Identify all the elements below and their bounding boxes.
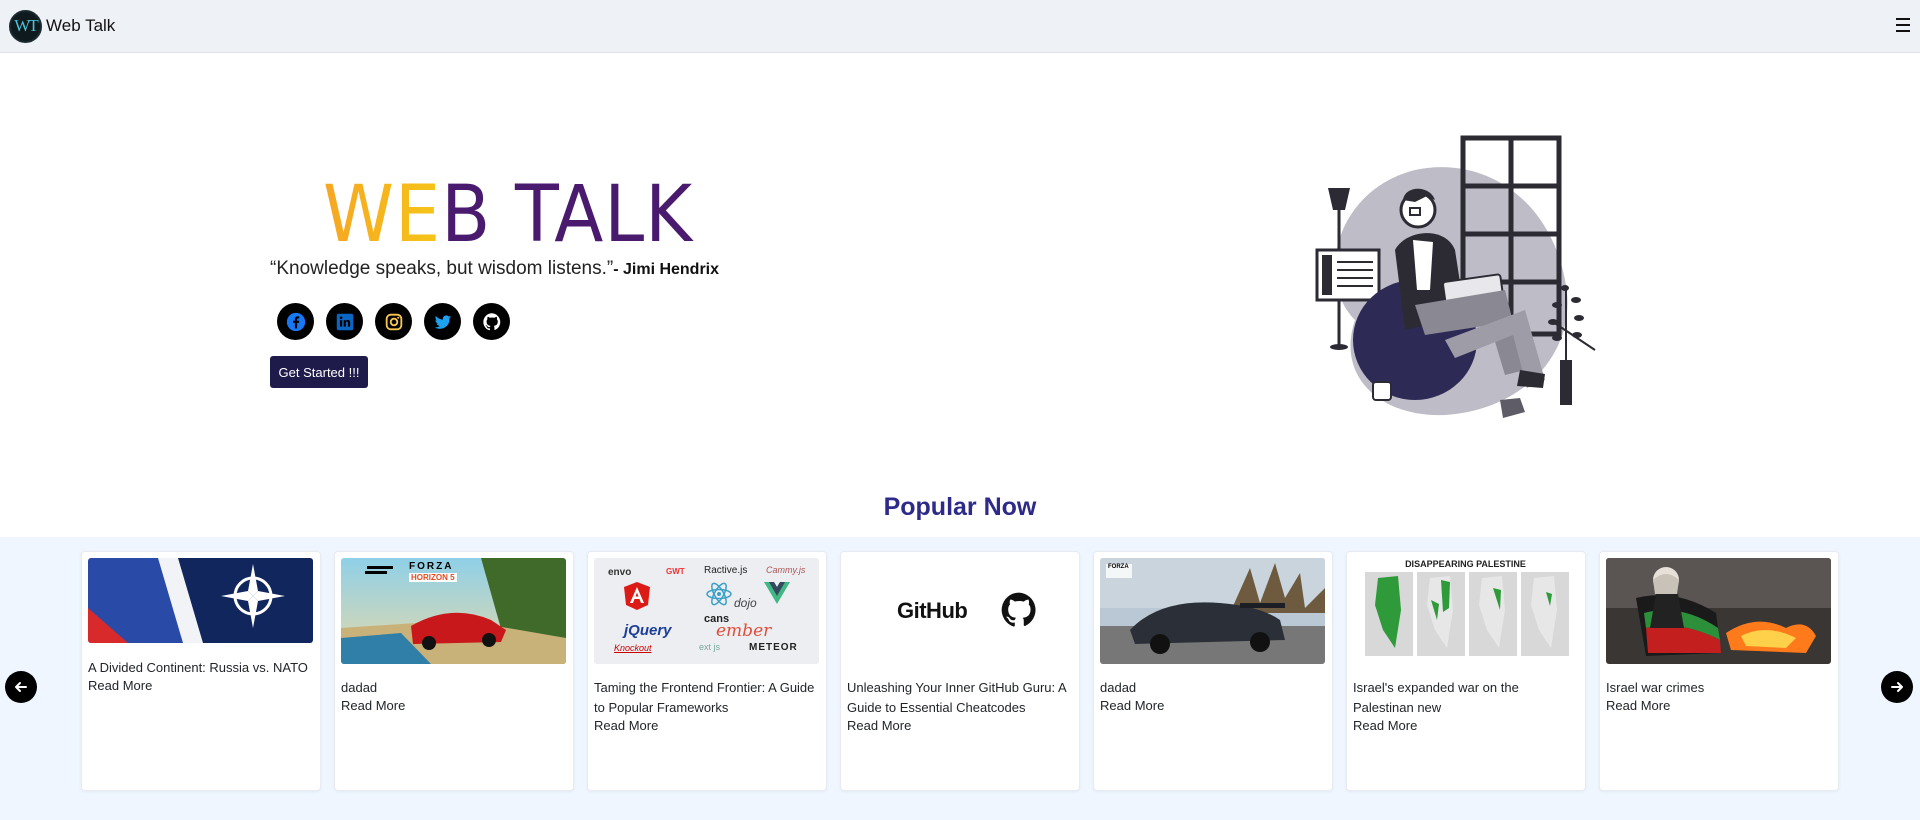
read-more-link[interactable]: Read More	[1100, 698, 1164, 713]
popular-card[interactable]: dadad Read More FORZA HORIZON 5	[334, 551, 574, 791]
card-title[interactable]: dadad	[1100, 678, 1328, 698]
framework-logo: jQuery	[624, 622, 672, 639]
read-more-link[interactable]: Read More	[594, 718, 658, 733]
nato-flag-image	[88, 558, 313, 643]
hero-title-gradient: WE	[323, 170, 442, 260]
forza-logo-text: FORZA	[1108, 564, 1129, 570]
popular-now-heading: Popular Now	[883, 493, 1037, 521]
popular-card[interactable]: Israel war crimes Read More	[1599, 551, 1839, 791]
popular-card[interactable]: GitHub Unleashing Your Inner GitHub Guru…	[840, 551, 1080, 791]
instagram-icon[interactable]	[375, 303, 412, 340]
brand[interactable]: WT Web Talk	[9, 9, 115, 43]
logo-text: WT	[14, 16, 38, 35]
hero-title-rest: B TALK	[441, 170, 694, 260]
framework-logo: GWT	[666, 567, 685, 576]
read-more-link[interactable]: Read More	[1606, 698, 1670, 713]
popular-card[interactable]: FORZA dadad Read More	[1093, 551, 1333, 791]
card-title[interactable]: Israel war crimes	[1606, 678, 1834, 698]
read-more-link[interactable]: Read More	[1353, 718, 1417, 733]
popular-card[interactable]: envo GWT Ractive.js Cammy.js dojo cans j…	[587, 551, 827, 791]
hamburger-menu-icon[interactable]	[1894, 16, 1912, 34]
twitter-icon[interactable]	[424, 303, 461, 340]
forza-car-image: FORZA	[1100, 558, 1325, 664]
disappearing-palestine-map-image: DISAPPEARING PALESTINE	[1353, 558, 1578, 664]
read-more-link[interactable]: Read More	[88, 678, 152, 693]
frontend-frameworks-logos-image: envo GWT Ractive.js Cammy.js dojo cans j…	[594, 558, 819, 664]
read-more-link[interactable]: Read More	[847, 718, 911, 733]
card-title[interactable]: Unleashing Your Inner GitHub Guru: A Gui…	[847, 678, 1075, 718]
framework-logo: envo	[608, 567, 632, 578]
github-logo-text: GitHub	[897, 598, 968, 623]
quote-text: “Knowledge speaks, but wisdom listens.”	[270, 258, 614, 279]
map-heading: DISAPPEARING PALESTINE	[1405, 559, 1526, 569]
logo-icon[interactable]: WT	[9, 9, 42, 43]
forza-logo-text: FORZA	[409, 561, 454, 572]
card-title[interactable]: Taming the Frontend Frontier: A Guide to…	[594, 678, 822, 718]
framework-logo: ext js	[699, 642, 721, 652]
card-title[interactable]: A Divided Continent: Russia vs. NATO	[88, 658, 316, 678]
framework-logo: ember	[716, 621, 772, 641]
framework-logo: METEOR	[749, 642, 798, 653]
get-started-button[interactable]: Get Started !!!	[270, 356, 368, 388]
brand-name[interactable]: Web Talk	[46, 16, 115, 36]
framework-logo: Knockout	[614, 643, 652, 653]
horizon-logo-text: HORIZON 5	[409, 573, 457, 582]
linkedin-icon[interactable]	[326, 303, 363, 340]
social-links	[277, 303, 510, 340]
quote-author: - Jimi Hendrix	[613, 261, 720, 278]
protester-flag-image	[1606, 558, 1831, 664]
github-icon[interactable]	[473, 303, 510, 340]
framework-logo: Cammy.js	[766, 565, 806, 575]
octocat-icon	[1001, 592, 1036, 627]
carousel-next-arrow-icon[interactable]	[1881, 671, 1913, 703]
framework-logo: Ractive.js	[704, 565, 748, 576]
popular-card[interactable]: DISAPPEARING PALESTINE Israel's expanded…	[1346, 551, 1586, 791]
popular-card[interactable]: A Divided Continent: Russia vs. NATO Rea…	[81, 551, 321, 791]
hero-quote: “Knowledge speaks, but wisdom listens.”-…	[270, 258, 719, 280]
hero-title: WEB TALK	[323, 170, 693, 260]
carousel-prev-arrow-icon[interactable]	[5, 671, 37, 703]
framework-logo: dojo	[734, 596, 757, 610]
facebook-icon[interactable]	[277, 303, 314, 340]
card-title[interactable]: dadad	[341, 678, 569, 698]
read-more-link[interactable]: Read More	[341, 698, 405, 713]
card-title[interactable]: Israel's expanded war on the Palestinan …	[1353, 678, 1581, 718]
navbar: WT Web Talk	[0, 0, 1920, 53]
reading-person-illustration	[1315, 135, 1596, 418]
github-logo-image: GitHub	[847, 558, 1072, 664]
